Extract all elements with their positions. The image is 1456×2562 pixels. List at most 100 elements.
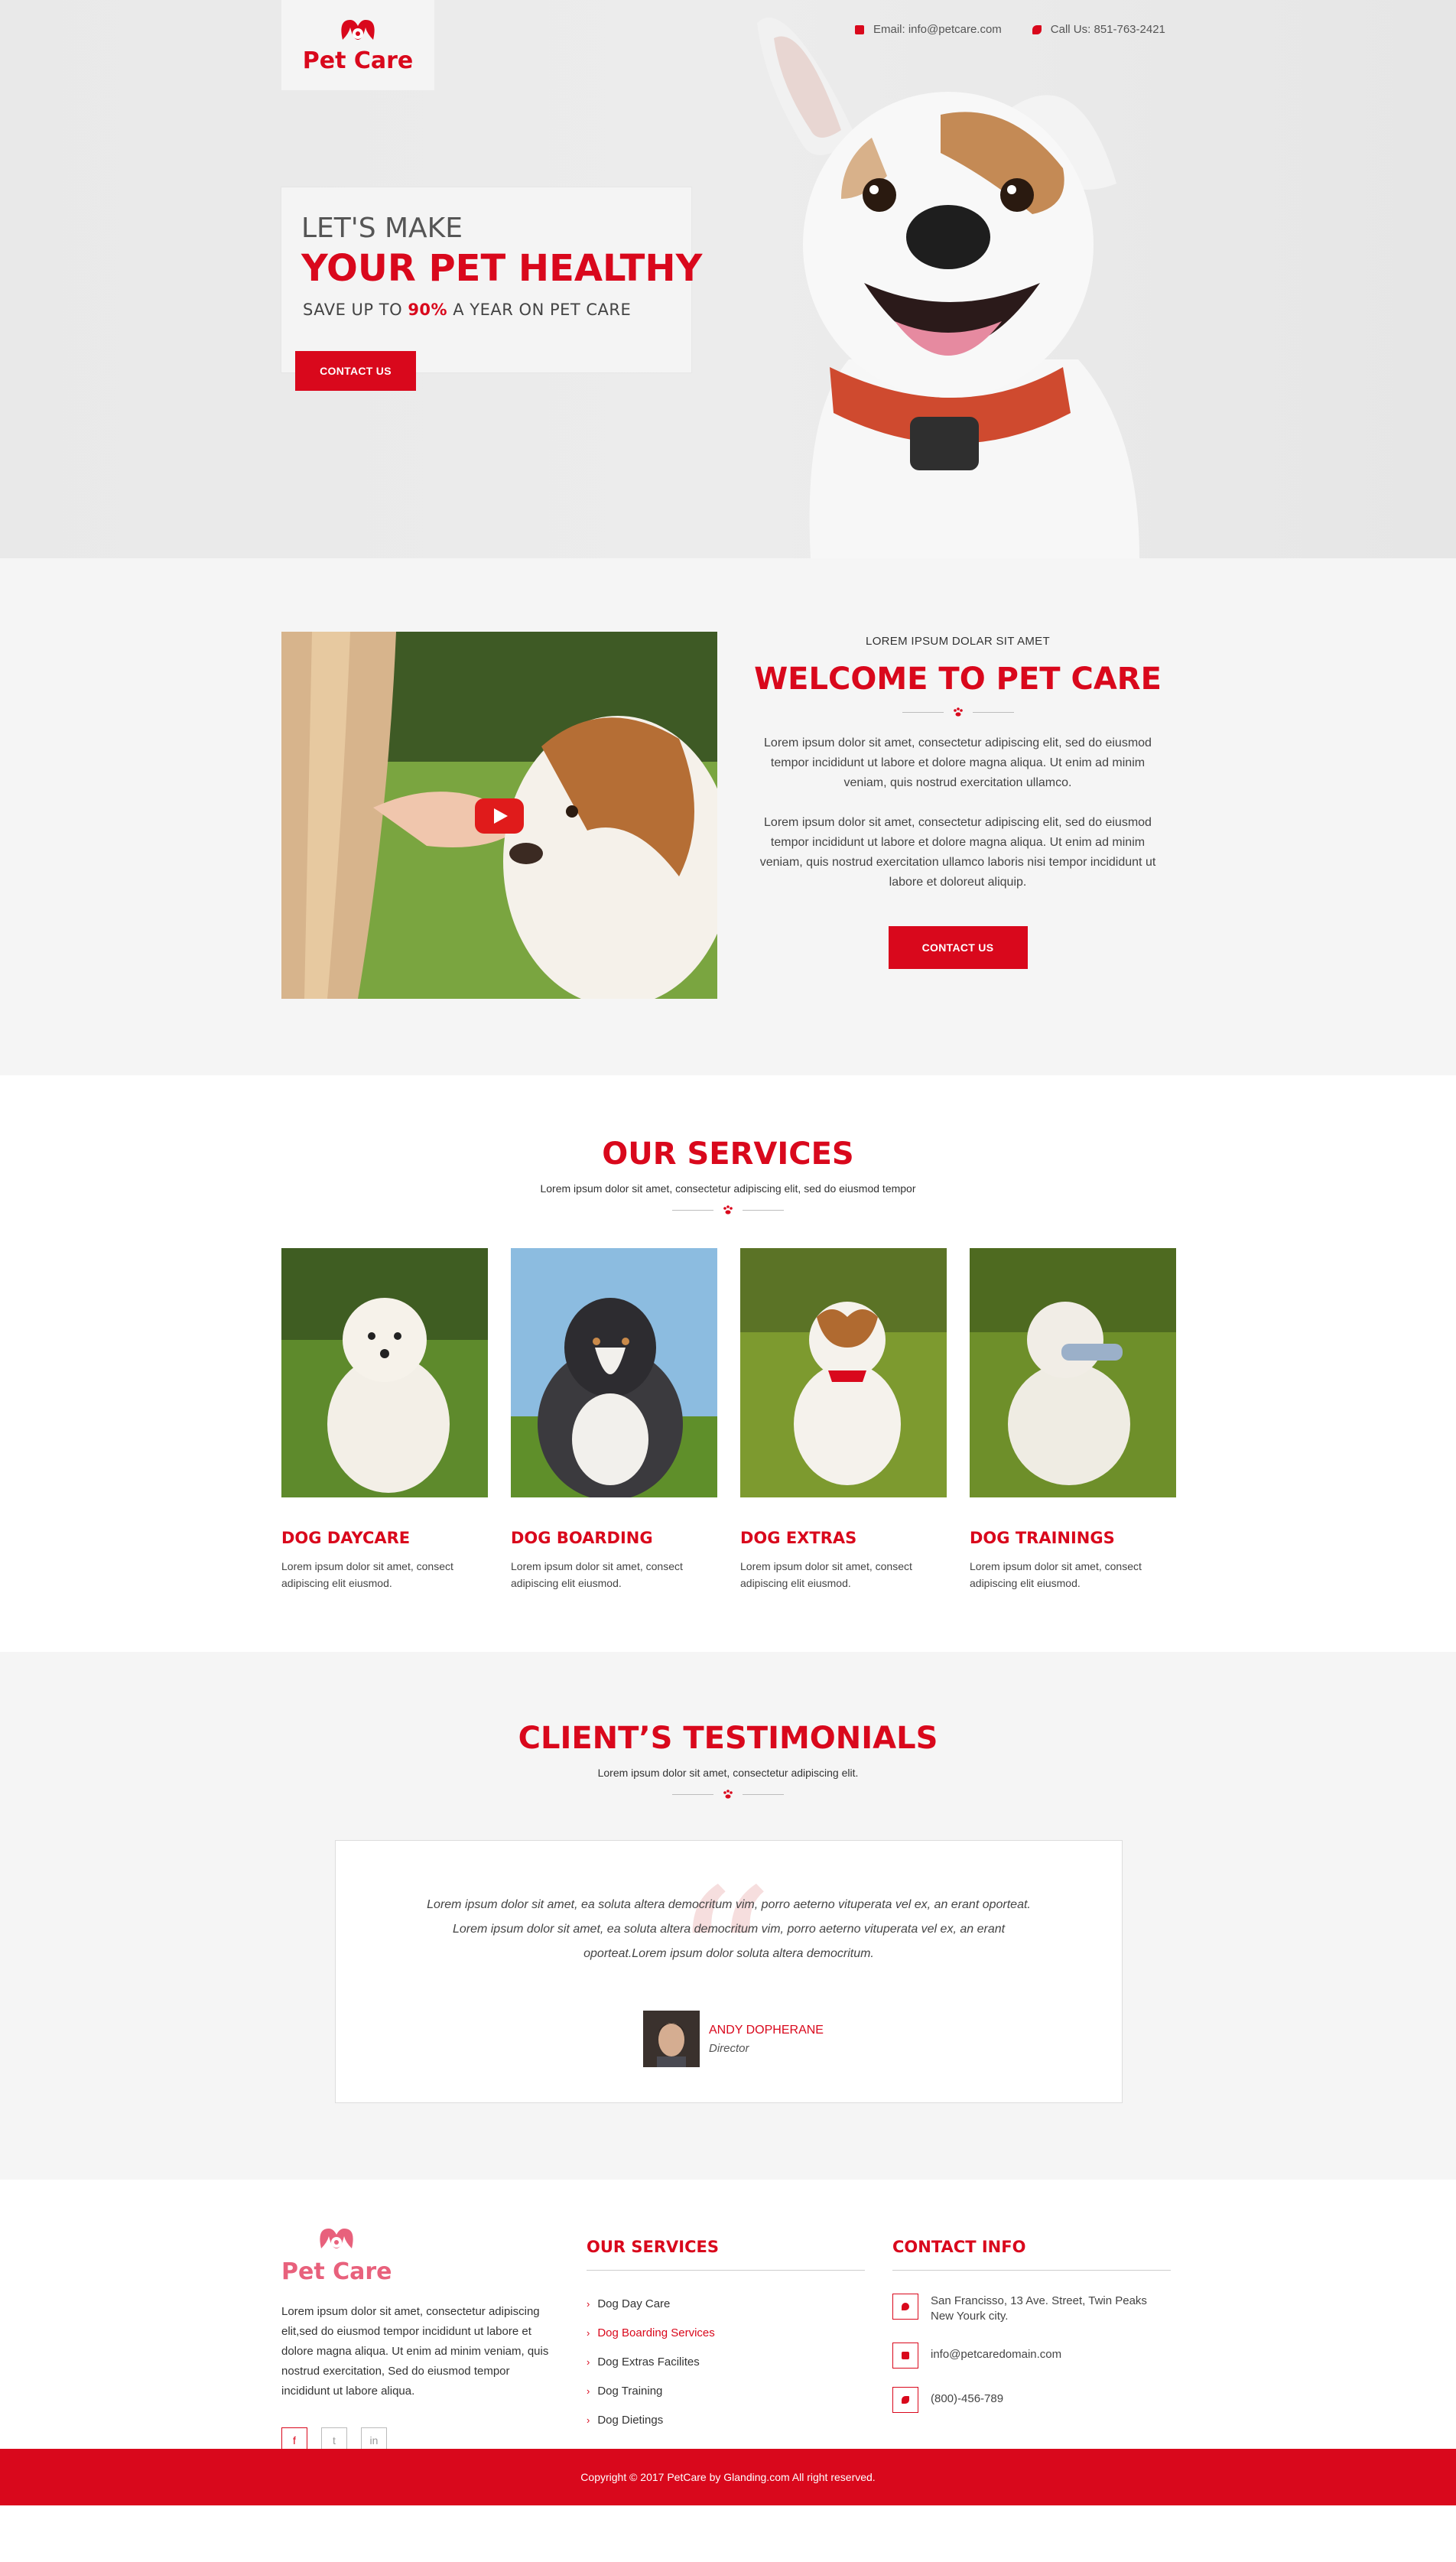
divider-line-right (972, 711, 1014, 713)
paw-icon (953, 707, 963, 717)
footer-description: Lorem ipsum dolor sit amet, consectetur … (281, 2305, 549, 2398)
testimonial-author: ANDY DOPHERANE Director (643, 2011, 824, 2067)
service-title: DOG EXTRAS (740, 1529, 857, 1547)
welcome-contact-button[interactable]: CONTACT US (888, 926, 1028, 969)
chevron-right-icon: › (587, 2414, 590, 2426)
divider-line-right (743, 1793, 784, 1795)
services-subtitle: Lorem ipsum dolor sit amet, consectetur … (540, 1182, 916, 1195)
hero-section: Pet Care Email: info@petcare.com Call Us… (0, 0, 1456, 558)
service-photo-trainings (970, 1248, 1176, 1497)
contact-email[interactable]: info@petcaredomain.com (892, 2343, 1171, 2369)
service-desc: Lorem ipsum dolor sit amet, consect adip… (281, 1560, 453, 1589)
hero-subtitle: SAVE UP TO 90% A YEAR ON PET CARE (303, 301, 631, 319)
service-photo-daycare (281, 1248, 488, 1497)
footer-logo-text: Pet Care (281, 2258, 392, 2285)
hero-kicker: LET'S MAKE (301, 213, 463, 244)
footer-link[interactable]: › Dog Training (587, 2376, 865, 2405)
service-photo-boarding (511, 1248, 717, 1500)
services-section: OUR SERVICES Lorem ipsum dolor sit amet,… (0, 1075, 1456, 1652)
chevron-right-icon: › (587, 2356, 590, 2368)
welcome-title: WELCOME TO PET CARE (754, 662, 1162, 697)
footer-contact-title: CONTACT INFO (892, 2238, 1171, 2271)
footer-services-title: OUR SERVICES (587, 2238, 865, 2271)
copyright-bar: Copyright © 2017 PetCare by Glanding.com… (0, 2449, 1456, 2505)
services-header: OUR SERVICES Lorem ipsum dolor sit amet,… (0, 1136, 1456, 1225)
welcome-kicker: LOREM IPSUM DOLAR SIT AMET (866, 635, 1050, 648)
envelope-icon (892, 2343, 918, 2369)
paw-icon (723, 1790, 733, 1799)
services-title: OUR SERVICES (602, 1136, 854, 1172)
testimonials-section: CLIENT’S TESTIMONIALS Lorem ipsum dolor … (0, 1652, 1456, 2180)
welcome-paragraph-2: Lorem ipsum dolor sit amet, consectetur … (759, 816, 1156, 889)
hero-dog-image (757, 18, 1139, 558)
service-card[interactable]: DOG DAYCARE Lorem ipsum dolor sit amet, … (281, 1248, 488, 1591)
chevron-right-icon: › (587, 2326, 590, 2339)
welcome-video[interactable] (281, 632, 717, 999)
divider (749, 707, 1166, 717)
welcome-paragraph-1: Lorem ipsum dolor sit amet, consectetur … (764, 736, 1152, 789)
hero-sub-post: A YEAR ON PET CARE (453, 301, 632, 319)
testimonials-subtitle: Lorem ipsum dolor sit amet, consectetur … (597, 1767, 859, 1779)
map-pin-icon (892, 2294, 918, 2320)
welcome-section: LOREM IPSUM DOLAR SIT AMET WELCOME TO PE… (0, 558, 1456, 1075)
paw-icon (723, 1205, 733, 1214)
footer-link-label: Dog Boarding Services (597, 2326, 715, 2339)
divider (0, 1790, 1456, 1799)
testimonials-header: CLIENT’S TESTIMONIALS Lorem ipsum dolor … (0, 1721, 1456, 1809)
service-desc: Lorem ipsum dolor sit amet, consect adip… (511, 1560, 683, 1589)
play-icon[interactable] (475, 798, 524, 834)
hero-card: LET'S MAKE YOUR PET HEALTHY SAVE UP TO 9… (281, 187, 702, 391)
service-photo-extras (740, 1248, 947, 1497)
testimonial-card: “ Lorem ipsum dolor sit amet, ea soluta … (335, 1840, 1123, 2103)
service-card[interactable]: DOG EXTRAS Lorem ipsum dolor sit amet, c… (740, 1248, 947, 1591)
service-desc: Lorem ipsum dolor sit amet, consect adip… (970, 1560, 1142, 1589)
footer-link-label: Dog Extras Facilites (597, 2355, 700, 2369)
testimonials-title: CLIENT’S TESTIMONIALS (518, 1721, 938, 1756)
service-card[interactable]: DOG TRAININGS Lorem ipsum dolor sit amet… (970, 1248, 1176, 1591)
divider (0, 1205, 1456, 1214)
footer: Pet Care Lorem ipsum dolor sit amet, con… (0, 2180, 1456, 2505)
divider-line-left (902, 711, 944, 713)
chevron-right-icon: › (587, 2385, 590, 2397)
logo[interactable]: Pet Care (281, 0, 434, 90)
hero-contact-button[interactable]: CONTACT US (295, 351, 416, 391)
testimonial-quote: Lorem ipsum dolor sit amet, ea soluta al… (427, 1898, 1031, 1960)
footer-link-label: Dog Dietings (597, 2413, 664, 2427)
service-title: DOG DAYCARE (281, 1529, 411, 1547)
chevron-right-icon: › (587, 2297, 590, 2310)
footer-services-list: › Dog Day Care › Dog Boarding Services › Do… (587, 2289, 865, 2434)
contact-address-text: San Francisso, 13 Ave. Street, Twin Peak… (931, 2294, 1147, 2323)
hero-sub-pre: SAVE UP TO (303, 301, 403, 319)
hero-title: YOUR PET HEALTHY (301, 247, 703, 290)
footer-about: Pet Care Lorem ipsum dolor sit amet, con… (281, 2225, 557, 2453)
service-desc: Lorem ipsum dolor sit amet, consect adip… (740, 1560, 912, 1589)
contact-phone[interactable]: (800)-456-789 (892, 2387, 1171, 2413)
contact-email-text: info@petcaredomain.com (931, 2348, 1062, 2361)
copyright-text: Copyright © 2017 PetCare by Glanding.com… (580, 2471, 876, 2483)
service-cards: DOG DAYCARE Lorem ipsum dolor sit amet, … (281, 1248, 1176, 1591)
footer-link[interactable]: › Dog Dietings (587, 2405, 865, 2434)
footer-services: OUR SERVICES › Dog Day Care › Dog Boarding… (587, 2238, 865, 2434)
footer-link[interactable]: › Dog Boarding Services (587, 2318, 865, 2347)
footer-link[interactable]: › Dog Extras Facilites (587, 2347, 865, 2376)
dog-logo-icon (320, 2229, 353, 2248)
divider-line-left (672, 1209, 713, 1211)
divider-line-left (672, 1793, 713, 1795)
avatar (643, 2011, 700, 2067)
contact-phone-text: (800)-456-789 (931, 2392, 1004, 2405)
hero-sub-highlight: 90% (408, 301, 448, 319)
contact-address: San Francisso, 13 Ave. Street, Twin Peak… (892, 2294, 1171, 2324)
divider-line-right (743, 1209, 784, 1211)
logo-text: Pet Care (302, 47, 414, 74)
footer-link-label: Dog Training (597, 2384, 663, 2398)
author-role: Director (709, 2041, 749, 2055)
footer-link[interactable]: › Dog Day Care (587, 2289, 865, 2318)
welcome-text: LOREM IPSUM DOLAR SIT AMET WELCOME TO PE… (749, 635, 1166, 969)
service-title: DOG BOARDING (511, 1529, 653, 1547)
service-card[interactable]: DOG BOARDING Lorem ipsum dolor sit amet,… (511, 1248, 717, 1591)
service-title: DOG TRAININGS (970, 1529, 1115, 1547)
footer-contact: CONTACT INFO San Francisso, 13 Ave. Stre… (892, 2238, 1171, 2413)
author-name: ANDY DOPHERANE (709, 2023, 824, 2037)
phone-icon (892, 2387, 918, 2413)
footer-link-label: Dog Day Care (597, 2297, 671, 2310)
